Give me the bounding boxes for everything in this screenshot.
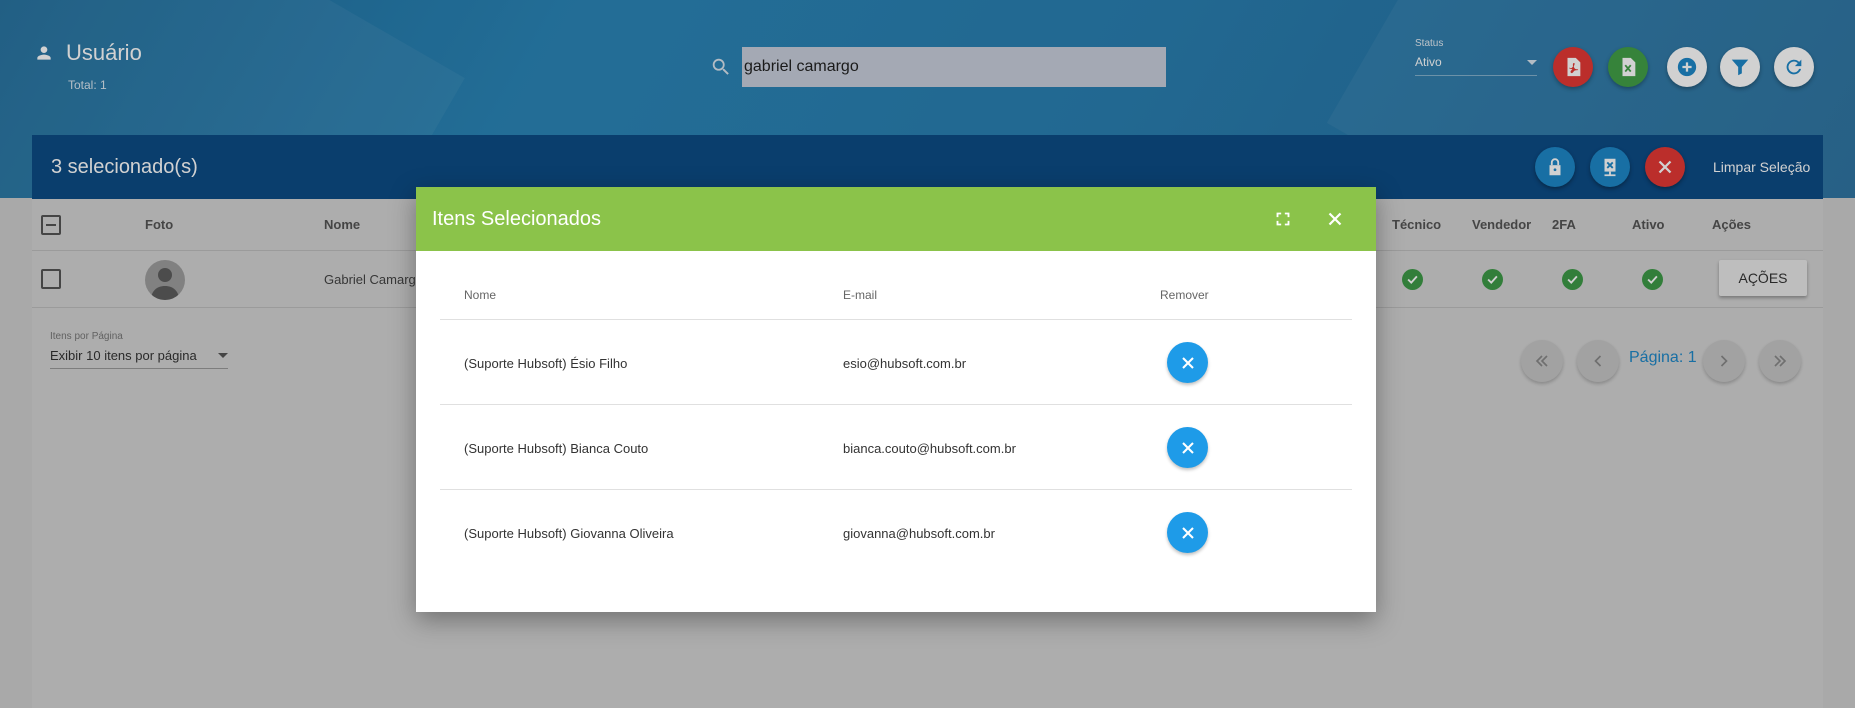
dialog-close-button[interactable] bbox=[1323, 207, 1347, 231]
list-item: (Suporte Hubsoft) Giovanna Oliveira giov… bbox=[440, 490, 1352, 575]
remove-item-button[interactable] bbox=[1167, 512, 1208, 553]
item-name: (Suporte Hubsoft) Bianca Couto bbox=[464, 441, 649, 456]
remove-item-button[interactable] bbox=[1167, 342, 1208, 383]
close-icon bbox=[1181, 356, 1194, 369]
dialog-table-header: Nome E-mail Remover bbox=[440, 271, 1352, 320]
item-email: giovanna@hubsoft.com.br bbox=[843, 526, 995, 541]
close-icon bbox=[1181, 526, 1194, 539]
fullscreen-icon bbox=[1276, 212, 1290, 226]
dialog-title: Itens Selecionados bbox=[432, 208, 602, 230]
column-nome: Nome bbox=[464, 288, 497, 302]
item-email: esio@hubsoft.com.br bbox=[843, 356, 967, 371]
remove-item-button[interactable] bbox=[1167, 427, 1208, 468]
item-email: bianca.couto@hubsoft.com.br bbox=[843, 441, 1016, 456]
selected-items-dialog: Itens Selecionados Nome E-mail Remover (… bbox=[416, 187, 1376, 612]
column-remover: Remover bbox=[1160, 288, 1209, 302]
fullscreen-button[interactable] bbox=[1271, 207, 1295, 231]
item-name: (Suporte Hubsoft) Giovanna Oliveira bbox=[464, 526, 674, 541]
close-icon bbox=[1328, 212, 1342, 226]
column-email: E-mail bbox=[843, 288, 878, 302]
item-name: (Suporte Hubsoft) Ésio Filho bbox=[464, 356, 628, 371]
dialog-header: Itens Selecionados bbox=[416, 187, 1376, 251]
close-icon bbox=[1181, 441, 1194, 454]
list-item: (Suporte Hubsoft) Ésio Filho esio@hubsof… bbox=[440, 320, 1352, 405]
list-item: (Suporte Hubsoft) Bianca Couto bianca.co… bbox=[440, 405, 1352, 490]
selected-items-table: Nome E-mail Remover (Suporte Hubsoft) És… bbox=[440, 271, 1352, 575]
